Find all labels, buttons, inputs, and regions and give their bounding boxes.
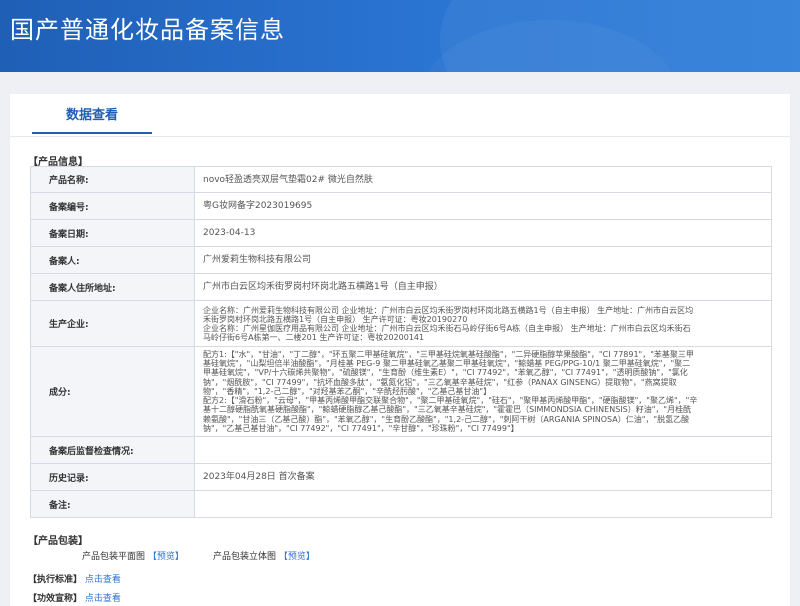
ingredient-line: 基硅氧烷"，"山梨坦倍半油酸酯"，"月桂基 PEG-9 聚二甲基硅氧乙基聚二甲基… <box>203 358 691 368</box>
efficacy-title: 【功效宣称】 <box>28 594 83 604</box>
ingredient-line: 基十二醇硬脂酰氧基硬脂酸酯"，"鲸蜡硬脂醇乙基己酸酯"，"三乙氧基辛基硅烷"，"… <box>203 405 692 415</box>
table-row: 生产企业: 企业名称：广州爱莉生物科技有限公司 企业地址：广州市白云区均禾街罗岗… <box>30 300 772 347</box>
packaging-solid-row: 产品包装立体图 【预览】 <box>213 549 315 562</box>
page-header: 国产普通化妆品备案信息 <box>0 0 800 72</box>
ingredient-line: 钠"，"烟酰胺"，"CI 77499"，"抗坏血酸多肽"，"氨氮化铝"，"三乙氧… <box>203 377 677 387</box>
tab-divider <box>10 136 790 137</box>
tab-data-view[interactable]: 数据查看 <box>32 94 152 134</box>
packaging-flat-label: 产品包装平面图 <box>82 552 146 562</box>
row-label: 备案编号: <box>30 192 195 220</box>
ingredient-line: 物"，"香精"，"1,2-己二醇"，"对羟基苯乙酮"，"辛酰羟肟酸"，"乙基己基… <box>203 386 492 396</box>
ingredient-line: 赖氨酸"，"甘油三（乙基己酸）酯"，"苯氧乙醇"，"生育酚乙酸酯"，"1,2-己… <box>203 414 690 424</box>
row-label: 生产企业: <box>30 300 195 347</box>
row-label: 备案人: <box>30 246 195 274</box>
standard-row: 【执行标准】 点击查看 <box>28 572 121 585</box>
table-row: 备案后监督检查情况: <box>30 436 772 464</box>
manufacturer-line: 禾街罗岗村环岗北路五横路1号（自主申报） 生产许可证：粤妆20190270 <box>203 314 468 324</box>
manufacturer-line: 企业名称：广州爱莉生物科技有限公司 企业地址：广州市白云区均禾街罗岗村环岗北路五… <box>203 305 694 315</box>
table-row: 产品名称: novo轻盈透亮双层气垫霜02# 微光自然肤 <box>30 166 772 193</box>
table-row: 历史记录: 2023年04月28日 首次备案 <box>30 463 772 491</box>
inspection-value <box>194 436 772 464</box>
table-row: 备注: <box>30 490 772 518</box>
row-label: 备注: <box>30 490 195 518</box>
manufacturer-value: 企业名称：广州爱莉生物科技有限公司 企业地址：广州市白云区均禾街罗岗村环岗北路五… <box>194 300 772 347</box>
packaging-solid-preview-link[interactable]: 【预览】 <box>279 552 315 562</box>
filing-date-value: 2023-04-13 <box>194 219 772 247</box>
ingredient-line: 配方1:【"水"，"甘油"，"丁二醇"，"环五聚二甲基硅氧烷"，"三甲基硅烷氧基… <box>203 349 694 359</box>
filer-value: 广州爱莉生物科技有限公司 <box>194 246 772 274</box>
product-info-table: 产品名称: novo轻盈透亮双层气垫霜02# 微光自然肤 备案编号: 粤G妆网备… <box>30 166 772 518</box>
packaging-title: 【产品包装】 <box>28 536 88 547</box>
row-label: 备案后监督检查情况: <box>30 436 195 464</box>
row-label: 成分: <box>30 346 195 437</box>
table-row: 备案人住所地址: 广州市白云区均禾街罗岗村环岗北路五横路1号（自主申报） <box>30 273 772 301</box>
table-row: 备案日期: 2023-04-13 <box>30 219 772 247</box>
standard-view-link[interactable]: 点击查看 <box>85 575 121 585</box>
efficacy-row: 【功效宣称】 点击查看 <box>28 591 121 604</box>
efficacy-view-link[interactable]: 点击查看 <box>85 594 121 604</box>
packaging-flat-row: 产品包装平面图 【预览】 <box>82 549 184 562</box>
filing-number-value: 粤G妆网备字2023019695 <box>194 192 772 220</box>
row-label: 备案人住所地址: <box>30 273 195 301</box>
packaging-solid-label: 产品包装立体图 <box>213 552 277 562</box>
row-label: 历史记录: <box>30 463 195 491</box>
manufacturer-line: 企业名称：广州星伽医疗用品有限公司 企业地址：广州市白云区均禾街石马岭仔街6号A… <box>203 323 691 333</box>
ingredients-value: 配方1:【"水"，"甘油"，"丁二醇"，"环五聚二甲基硅氧烷"，"三甲基硅烷氧基… <box>194 346 772 437</box>
table-row: 备案编号: 粤G妆网备字2023019695 <box>30 192 772 220</box>
table-row: 成分: 配方1:【"水"，"甘油"，"丁二醇"，"环五聚二甲基硅氧烷"，"三甲基… <box>30 346 772 437</box>
filer-address-value: 广州市白云区均禾街罗岗村环岗北路五横路1号（自主申报） <box>194 273 772 301</box>
product-name-value: novo轻盈透亮双层气垫霜02# 微光自然肤 <box>194 166 772 193</box>
ingredient-line: 甲基硅氧烷"，"VP/十六碳烯共聚物"，"硫酸镁"，"生育酚（维生素E）"，"C… <box>203 368 688 378</box>
remarks-value <box>194 490 772 518</box>
ingredient-line: 钠"，"乙基己基甘油"，"CI 77492"，"CI 77491"，"辛甘醇"，… <box>203 424 519 434</box>
packaging-flat-preview-link[interactable]: 【预览】 <box>148 552 184 562</box>
page-title: 国产普通化妆品备案信息 <box>10 16 285 44</box>
content-panel: 数据查看 【产品信息】 产品名称: novo轻盈透亮双层气垫霜02# 微光自然肤… <box>10 94 790 606</box>
history-value: 2023年04月28日 首次备案 <box>194 463 772 491</box>
standard-title: 【执行标准】 <box>28 575 83 585</box>
manufacturer-line: 马岭仔街6号A栋第一、二楼201 生产许可证：粤妆20200141 <box>203 332 425 342</box>
table-row: 备案人: 广州爱莉生物科技有限公司 <box>30 246 772 274</box>
row-label: 产品名称: <box>30 166 195 193</box>
row-label: 备案日期: <box>30 219 195 247</box>
